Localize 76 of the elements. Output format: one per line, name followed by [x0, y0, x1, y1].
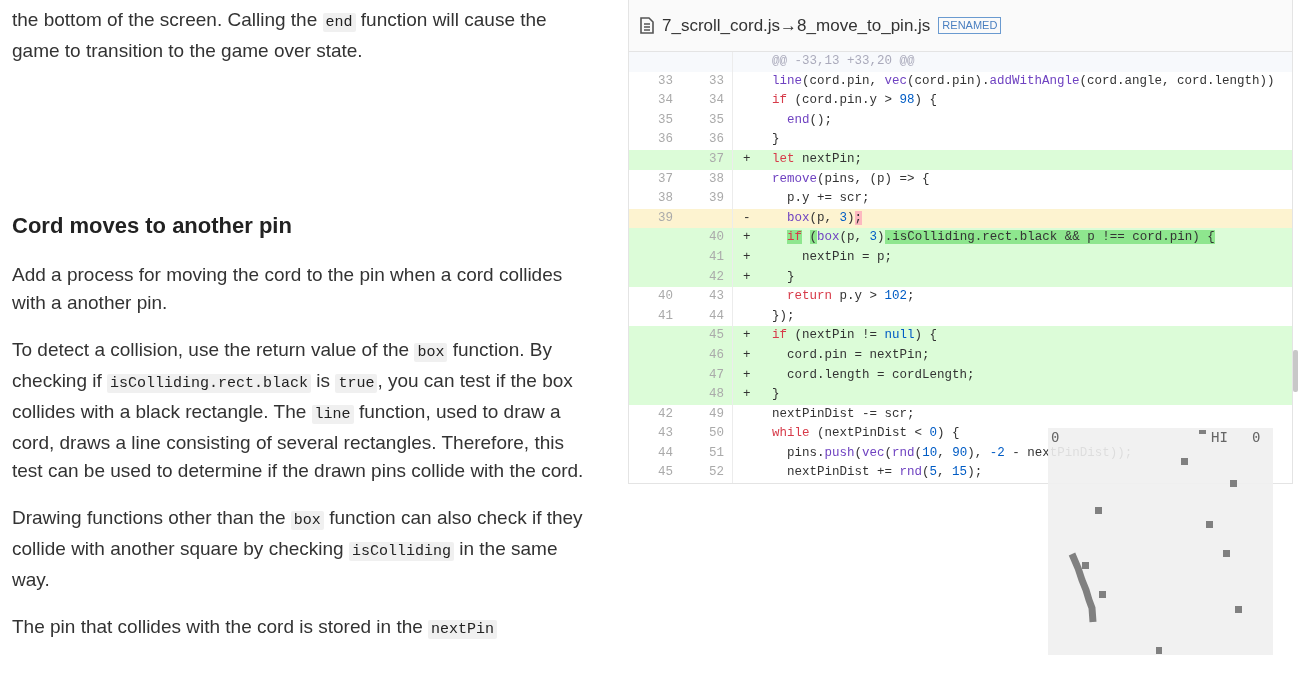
line-number: 42 — [709, 269, 724, 284]
line-number: 34 — [709, 93, 724, 108]
diff-sign: + — [743, 230, 751, 245]
line-number: 40 — [658, 289, 673, 304]
line-number: 52 — [709, 465, 724, 480]
code-line: }); — [772, 307, 795, 325]
code-line: } — [772, 131, 780, 149]
line-number: 45 — [709, 328, 724, 343]
line-number: 43 — [709, 289, 724, 304]
line-number: 35 — [709, 112, 724, 127]
code-line: if (nextPin != null) { — [772, 327, 938, 345]
diff-sign: + — [743, 328, 751, 343]
code-line: while (nextPinDist < 0) { — [772, 425, 960, 443]
scrollbar[interactable] — [1293, 350, 1298, 392]
renamed-badge: RENAMED — [938, 17, 1002, 34]
paragraph: To detect a collision, use the return value of the box function. By checking if isColliding.rect.black is true, you can test if the box collides with a black rectangle. The line function, used to draw a cord, draws a line consisting of several rectangles. Therefore, this test can be used to determine if the drawn pins collide with the cord. — [12, 338, 585, 484]
line-number: 41 — [658, 308, 673, 323]
line-number: 38 — [709, 171, 724, 186]
line-number: 49 — [709, 406, 724, 421]
file-name: 7_scroll_cord.js→8_move_to_pin.js — [662, 14, 931, 37]
line-number: 37 — [658, 171, 673, 186]
paragraph: Drawing functions other than the box function can also check if they collide with another square by checking isColliding in the same way. — [12, 506, 584, 593]
line-number: 38 — [658, 191, 673, 206]
line-number: 41 — [709, 249, 724, 264]
code-line: nextPinDist += rnd(5, 15); — [786, 464, 983, 482]
code-line: cord.length = cordLength; — [786, 366, 975, 384]
diff-sign: - — [743, 210, 751, 225]
line-number: 47 — [709, 367, 724, 382]
code-line: nextPin = p; — [801, 248, 893, 266]
line-number: 44 — [658, 445, 673, 460]
section-heading: Cord moves to another pin — [12, 213, 293, 240]
line-number: 33 — [709, 73, 724, 88]
code-line: if (box(p, 3).isColliding.rect.black && p !== cord.pin) { — [786, 229, 1215, 247]
line-number: 40 — [709, 230, 724, 245]
line-number: 33 — [658, 73, 673, 88]
diff-sign: + — [743, 367, 751, 382]
paragraph: The pin that collides with the cord is stored in the nextPin — [12, 613, 591, 645]
diff-sign: + — [743, 249, 751, 264]
diff-sign: + — [743, 347, 751, 362]
hi-score-text: 0 — [1252, 429, 1261, 445]
hi-label: HI — [1211, 429, 1228, 445]
code-line: } — [786, 268, 795, 286]
code-line: p.y += scr; — [786, 190, 870, 208]
code-line: } — [772, 386, 780, 404]
diff-sign: + — [743, 269, 751, 284]
code-line: let nextPin; — [772, 150, 863, 168]
line-number: 39 — [658, 210, 673, 225]
line-number: 34 — [658, 93, 673, 108]
line-number: 46 — [709, 347, 724, 362]
line-number: 43 — [658, 426, 673, 441]
paragraph: the bottom of the screen. Calling the end function will cause the game to transition to the game over state. — [12, 8, 548, 63]
line-number: 36 — [709, 132, 724, 147]
score-text: 0 — [1051, 429, 1060, 445]
diff-sign: + — [743, 387, 751, 402]
line-number: 48 — [709, 387, 724, 402]
code-line: return p.y > 102; — [786, 288, 915, 306]
line-number: 36 — [658, 132, 673, 147]
code-line: line(cord.pin, vec(cord.pin).addWithAngle(cord.angle, cord.length)) — [772, 72, 1275, 90]
diff-sign: + — [743, 151, 751, 166]
line-number: 44 — [709, 308, 724, 323]
line-number: 45 — [658, 465, 673, 480]
code-line: cord.pin = nextPin; — [786, 346, 930, 364]
line-number: 42 — [658, 406, 673, 421]
code-line: box(p, 3); — [786, 209, 863, 227]
code-line: if (cord.pin.y > 98) { — [772, 92, 938, 110]
code-line: nextPinDist -= scr; — [772, 405, 915, 423]
line-number: 39 — [709, 191, 724, 206]
line-number: 51 — [709, 445, 724, 460]
line-number: 50 — [709, 426, 724, 441]
line-number: 37 — [709, 151, 724, 166]
paragraph: Add a process for moving the cord to the pin when a cord collides with a another pin. — [12, 263, 564, 316]
code-line: remove(pins, (p) => { — [772, 170, 930, 188]
code-line: end(); — [786, 111, 833, 129]
line-number: 35 — [658, 112, 673, 127]
file-icon — [640, 17, 654, 34]
hunk-header: @@ -33,13 +33,20 @@ — [772, 53, 915, 70]
